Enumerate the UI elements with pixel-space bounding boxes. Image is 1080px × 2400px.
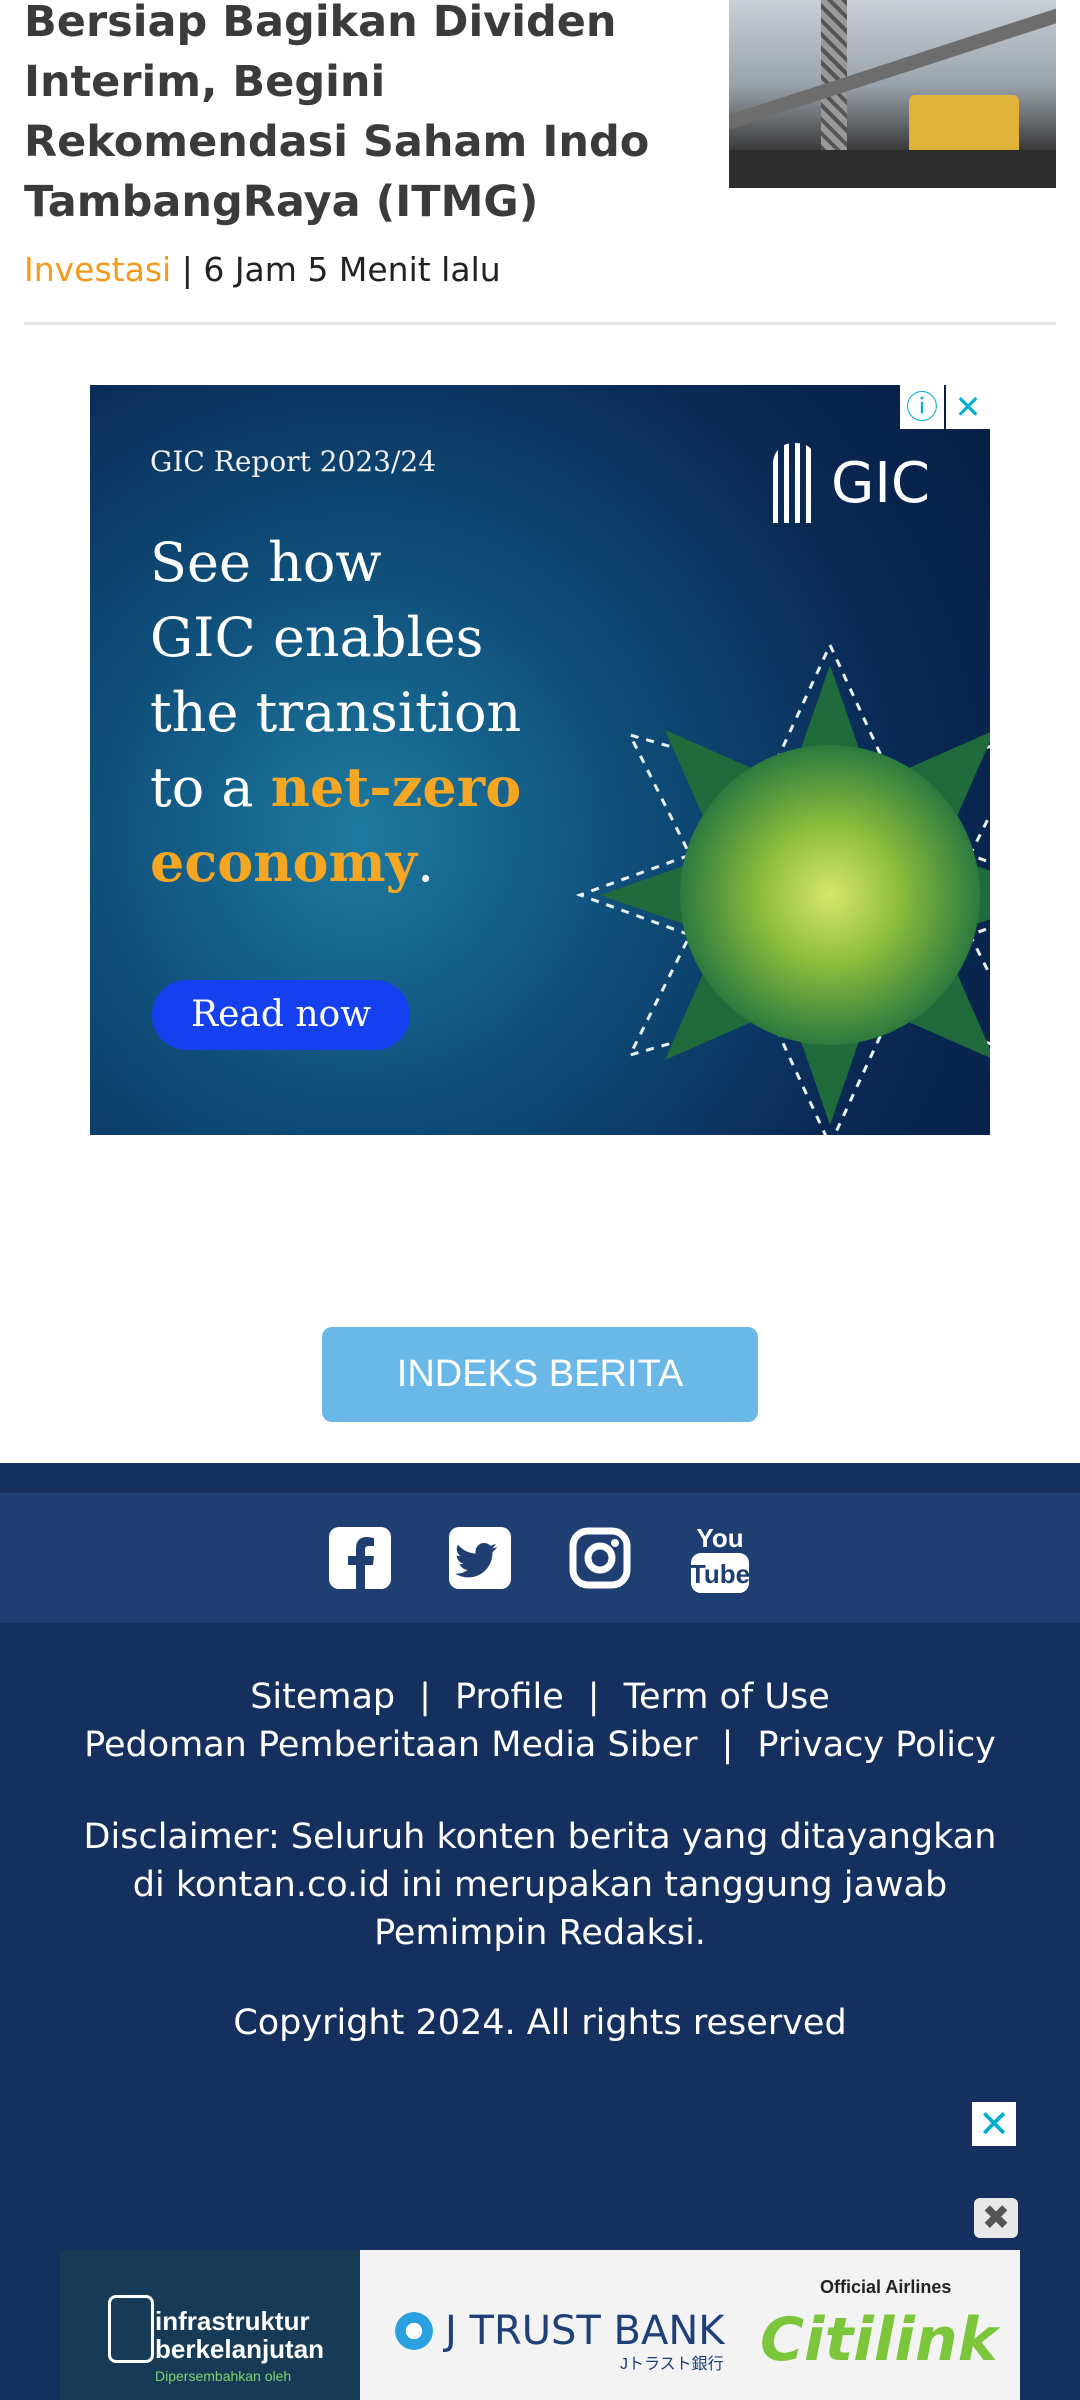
- emblem-icon: [108, 2295, 154, 2363]
- footer-copyright: Copyright 2024. All rights reserved: [233, 2003, 847, 2043]
- ad-flower-graphic: [575, 641, 990, 1135]
- sticky-ad-left-panel: infrastruktur berkelanjutan Dipersembahk…: [60, 2250, 360, 2400]
- article-thumbnail[interactable]: [729, 0, 1056, 188]
- ad-brand-logo: GIC: [772, 443, 930, 523]
- article-card[interactable]: Bersiap Bagikan Dividen Interim, Begini …: [24, 0, 1056, 323]
- facebook-icon[interactable]: [328, 1526, 392, 1590]
- thumbnail-tower: [821, 0, 847, 150]
- pedoman-link[interactable]: Pedoman Pemberitaan Media Siber: [84, 1725, 697, 1765]
- article-title[interactable]: Bersiap Bagikan Dividen Interim, Begini …: [24, 0, 704, 232]
- ad-headline-line: economy.: [150, 825, 610, 900]
- link-separator: |: [587, 1677, 600, 1717]
- instagram-icon[interactable]: [568, 1526, 632, 1590]
- footer-links-row: Sitemap | Profile | Term of Use: [0, 1673, 1080, 1721]
- sticky-ad-line1: infrastruktur: [155, 2306, 310, 2336]
- ad-headline-line: See how: [150, 531, 382, 594]
- svg-text:You: You: [696, 1523, 743, 1553]
- meta-separator: |: [181, 250, 193, 289]
- ad-headline-accent: economy: [150, 830, 418, 894]
- ad-headline-line: the transition: [150, 681, 522, 744]
- sticky-ad-dismiss-icon[interactable]: ✖: [974, 2198, 1018, 2238]
- display-ad[interactable]: ⓘ ✕ GIC Report 2023/24 GIC See how GIC e…: [90, 385, 990, 1135]
- jtrust-logo: J TRUST BANK: [395, 2308, 725, 2354]
- thumbnail-ground: [729, 150, 1056, 188]
- jtrust-name: J TRUST BANK: [445, 2308, 725, 2354]
- svg-text:Tube: Tube: [690, 1559, 750, 1589]
- citilink-subtitle: Official Airlines: [820, 2277, 952, 2297]
- ad-headline-line: to a net-zero: [150, 750, 610, 825]
- article-category[interactable]: Investasi: [24, 250, 171, 289]
- ad-report-label: GIC Report 2023/24: [150, 445, 437, 478]
- article-meta: Investasi | 6 Jam 5 Menit lalu: [24, 250, 501, 289]
- citilink-logo: Citilink: [760, 2305, 998, 2375]
- ad-headline-end: .: [417, 831, 435, 894]
- jtrust-subtitle: Jトラスト銀行: [620, 2356, 724, 2373]
- ad-controls: ⓘ ✕: [900, 385, 990, 429]
- privacy-policy-link[interactable]: Privacy Policy: [757, 1725, 996, 1765]
- footer-links: Sitemap | Profile | Term of Use Pedoman Pemb…: [0, 1673, 1080, 1769]
- social-icons: You Tube: [0, 1493, 1080, 1623]
- sticky-ad-line3: Dipersembahkan oleh: [155, 2368, 292, 2384]
- sticky-ad-close-icon[interactable]: ✕: [972, 2102, 1016, 2146]
- footer-links-row: Pedoman Pemberitaan Media Siber | Privacy …: [0, 1721, 1080, 1769]
- article-time: 6 Jam 5 Menit lalu: [203, 250, 501, 289]
- gic-logo-icon: [772, 443, 817, 523]
- ad-headline-text: to a: [150, 756, 271, 819]
- ad-close-icon[interactable]: ✕: [946, 385, 990, 429]
- article-divider: [24, 322, 1056, 325]
- thumbnail-bulldozer: [909, 95, 1019, 155]
- youtube-icon[interactable]: You Tube: [688, 1523, 752, 1593]
- ad-headline: See how GIC enables the transition to a …: [150, 525, 610, 900]
- link-separator: |: [721, 1725, 734, 1765]
- sticky-ad-line2: berkelanjutan: [155, 2334, 325, 2364]
- sitemap-link[interactable]: Sitemap: [250, 1677, 395, 1717]
- profile-link[interactable]: Profile: [455, 1677, 564, 1717]
- index-berita-button[interactable]: INDEKS BERITA: [322, 1327, 758, 1422]
- ad-read-now-button[interactable]: Read now: [152, 980, 410, 1050]
- ad-headline-accent: net-zero: [270, 755, 522, 819]
- ad-headline-line: GIC enables: [150, 606, 484, 669]
- social-bar: You Tube: [0, 1493, 1080, 1623]
- footer-disclaimer: Disclaimer: Seluruh konten berita yang d…: [83, 1817, 997, 1953]
- ad-info-icon[interactable]: ⓘ: [900, 385, 944, 429]
- link-separator: |: [419, 1677, 431, 1717]
- twitter-icon[interactable]: [448, 1526, 512, 1590]
- jtrust-logo-icon: [395, 2312, 433, 2350]
- term-of-use-link[interactable]: Term of Use: [624, 1677, 830, 1717]
- sticky-banner-ad[interactable]: infrastruktur berkelanjutan Dipersembahk…: [60, 2250, 1020, 2400]
- ad-brand: GIC: [830, 450, 930, 516]
